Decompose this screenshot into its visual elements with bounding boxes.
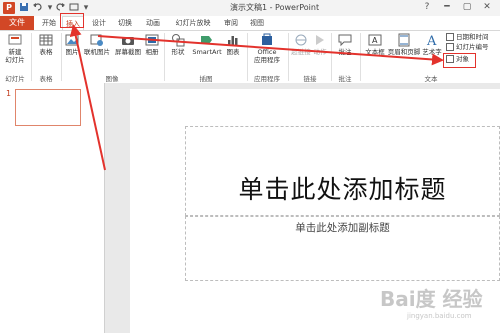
slide-number-icon — [446, 43, 454, 51]
comment-button[interactable]: 批注 — [334, 33, 356, 56]
online-pictures-label: 联机图片 — [84, 48, 110, 56]
slide-number-button[interactable]: 幻灯片编号 — [446, 43, 489, 52]
svg-text:A: A — [426, 34, 437, 47]
camera-icon — [122, 37, 134, 45]
wordart-icon: A — [426, 34, 437, 47]
table-label: 表格 — [39, 48, 53, 56]
online-pictures-icon — [90, 34, 103, 46]
new-slide-icon — [8, 34, 22, 45]
photo-album-button[interactable]: 相册 — [143, 33, 161, 56]
wordart-label: 艺术字 — [422, 48, 442, 56]
title-placeholder-text: 单击此处添加标题 — [238, 175, 447, 204]
help-icon[interactable]: ? — [420, 1, 434, 14]
ribbon: 新建 幻灯片 幻灯片 表格 表格 图片 联机图片 屏幕截图 相册 图像 形状 S… — [0, 30, 500, 84]
group-separator — [247, 33, 248, 81]
shapes-label: 形状 — [171, 48, 185, 56]
tab-view[interactable]: 视图 — [246, 16, 268, 30]
screenshot-label: 屏幕截图 — [115, 48, 141, 56]
window-title: 演示文稿1 - PowerPoint — [230, 3, 320, 12]
object-button-annotation-box — [443, 53, 476, 68]
comment-icon — [338, 34, 352, 47]
tab-animations[interactable]: 动画 — [142, 16, 164, 30]
subtitle-placeholder[interactable]: 单击此处添加副标题 — [185, 216, 500, 281]
group-label-slides: 幻灯片 — [5, 75, 25, 83]
group-label-comments: 批注 — [338, 75, 352, 83]
group-separator — [61, 33, 62, 81]
date-time-button[interactable]: 日期和时间 — [446, 33, 489, 42]
chart-icon — [228, 36, 238, 46]
action-label: 动作 — [313, 48, 327, 56]
picture-button[interactable]: 图片 — [63, 33, 81, 56]
group-separator — [288, 33, 289, 81]
header-footer-icon — [398, 33, 410, 47]
insert-tab-annotation-box — [60, 13, 84, 28]
tab-transitions[interactable]: 切换 — [114, 16, 136, 30]
textbox-icon: A — [368, 34, 382, 46]
chart-button[interactable]: 图表 — [224, 33, 242, 56]
screenshot-button[interactable]: 屏幕截图 — [113, 33, 143, 56]
hyperlink-label: 超链接 — [291, 48, 311, 56]
tab-design[interactable]: 设计 — [88, 16, 110, 30]
textbox-label: 文本框 — [365, 48, 385, 56]
group-label-table: 表格 — [39, 75, 53, 83]
svg-text:A: A — [372, 36, 378, 45]
group-separator — [31, 33, 32, 81]
save-icon[interactable] — [18, 2, 30, 14]
slide-thumbnail[interactable] — [15, 89, 81, 126]
comment-label: 批注 — [338, 48, 352, 56]
action-button[interactable]: 动作 — [312, 33, 328, 56]
smartart-label: SmartArt — [192, 48, 222, 56]
smartart-button[interactable]: SmartArt — [190, 33, 224, 56]
date-time-label: 日期和时间 — [456, 33, 489, 41]
online-pictures-button[interactable]: 联机图片 — [81, 33, 113, 56]
picture-icon — [65, 34, 79, 46]
slide-number-label: 幻灯片编号 — [456, 43, 489, 51]
powerpoint-app-icon: P — [3, 2, 15, 14]
group-separator — [164, 33, 165, 81]
photo-album-icon — [145, 34, 159, 46]
chart-label: 图表 — [226, 48, 240, 56]
group-separator — [360, 33, 361, 81]
tab-review[interactable]: 审阅 — [220, 16, 242, 30]
group-label-text: 文本 — [424, 75, 438, 83]
shapes-icon — [172, 34, 185, 47]
hyperlink-button[interactable]: 超链接 — [291, 33, 311, 56]
photo-album-label: 相册 — [145, 48, 159, 56]
chevron-down-icon[interactable]: ▾ — [46, 2, 54, 14]
tab-slideshow[interactable]: 幻灯片放映 — [172, 16, 214, 30]
globe-icon — [295, 34, 307, 46]
office-store-icon — [262, 33, 272, 45]
new-slide-button[interactable]: 新建 幻灯片 — [2, 33, 28, 64]
action-icon — [316, 35, 324, 45]
new-slide-label: 新建 幻灯片 — [5, 48, 25, 64]
tab-home[interactable]: 开始 — [38, 16, 60, 30]
group-label-links: 链接 — [303, 75, 317, 83]
undo-icon[interactable] — [32, 2, 44, 14]
group-label-apps: 应用程序 — [254, 75, 280, 83]
wordart-button[interactable]: A 艺术字 — [421, 33, 443, 56]
group-label-illustrations: 插图 — [199, 75, 213, 83]
calendar-icon — [446, 33, 454, 41]
title-placeholder[interactable]: 单击此处添加标题 — [185, 126, 500, 216]
header-footer-button[interactable]: 页眉和页脚 — [387, 33, 421, 56]
tab-file[interactable]: 文件 — [0, 16, 34, 30]
office-apps-label: Office 应用程序 — [254, 48, 280, 64]
slide-thumbnail-pane: 1 — [0, 83, 105, 333]
maximize-icon[interactable]: ▢ — [460, 1, 474, 14]
smartart-icon — [201, 36, 212, 44]
table-icon — [39, 34, 53, 46]
shapes-button[interactable]: 形状 — [167, 33, 189, 56]
picture-label: 图片 — [65, 48, 79, 56]
subtitle-placeholder-text: 单击此处添加副标题 — [295, 222, 390, 234]
table-button[interactable]: 表格 — [35, 33, 57, 56]
header-footer-label: 页眉和页脚 — [387, 48, 421, 56]
watermark-url: jingyan.baidu.com — [407, 312, 472, 320]
close-icon[interactable]: ✕ — [480, 1, 494, 14]
office-apps-button[interactable]: Office 应用程序 — [249, 33, 285, 64]
group-label-images: 图像 — [105, 75, 119, 83]
slide-number: 1 — [6, 89, 12, 98]
minimize-icon[interactable]: ━ — [440, 1, 454, 14]
watermark: Bai度 经验 — [380, 287, 483, 311]
textbox-button[interactable]: A 文本框 — [363, 33, 387, 56]
